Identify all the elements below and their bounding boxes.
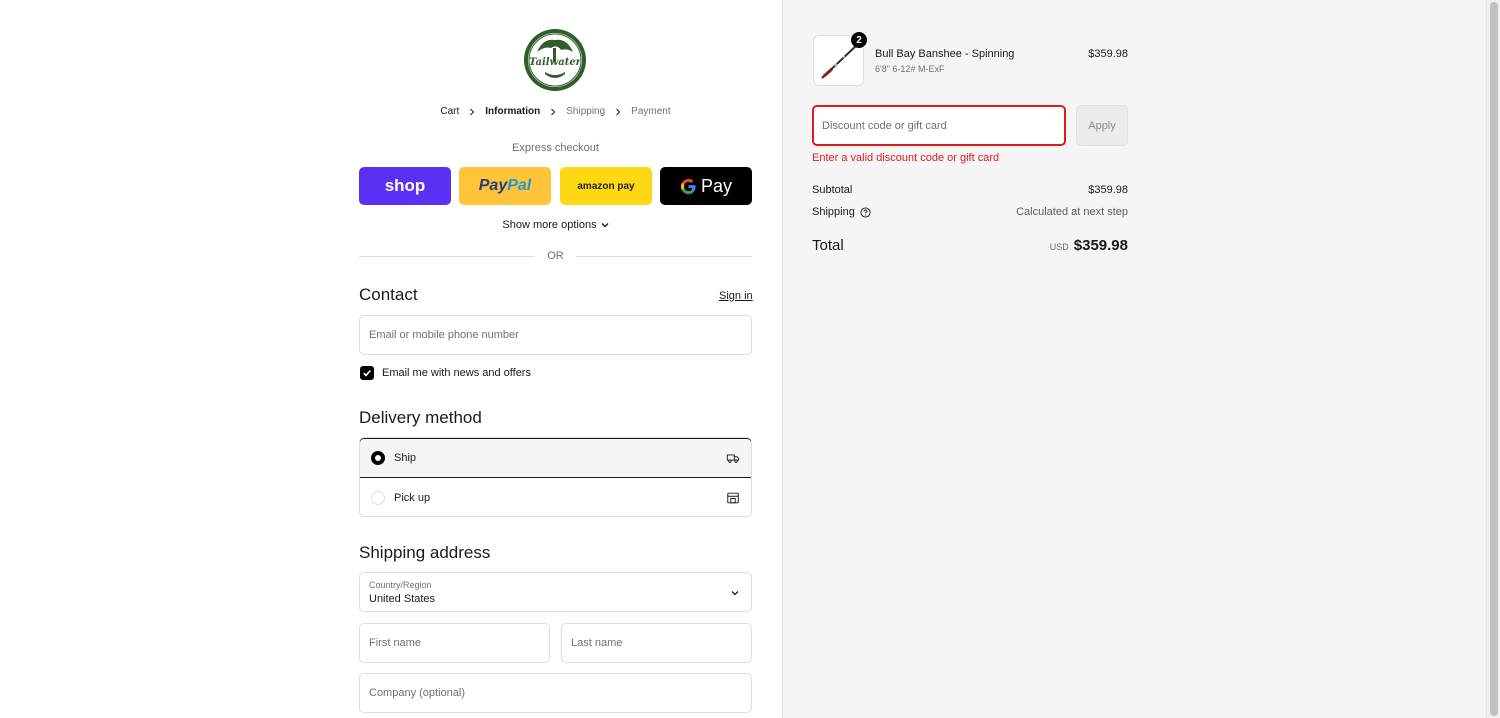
- divider-line: [575, 255, 752, 257]
- sign-in-link[interactable]: Sign in: [719, 290, 753, 302]
- pickup-radio[interactable]: [371, 490, 385, 505]
- subtotal-label: Subtotal: [812, 184, 853, 196]
- google-g-icon: [680, 178, 696, 194]
- product-name: Bull Bay Banshee - Spinning: [875, 48, 1015, 60]
- breadcrumb-payment: Payment: [631, 106, 671, 117]
- paypal-button[interactable]: PayPal: [459, 167, 551, 205]
- google-pay-label: Pay: [700, 175, 733, 196]
- express-checkout-label: Express checkout: [512, 142, 599, 154]
- checkmark-icon: [363, 370, 371, 377]
- product-price: $359.98: [1088, 48, 1128, 60]
- contact-heading: Contact: [359, 285, 418, 304]
- country-value: United States: [369, 593, 436, 605]
- amazon-pay-logo: amazon pay: [577, 180, 635, 192]
- delivery-options: Ship Pick up: [359, 437, 752, 517]
- ship-radio[interactable]: [371, 451, 385, 465]
- subtotal-value: $359.98: [1088, 184, 1128, 196]
- company-field[interactable]: Company (optional): [359, 673, 752, 713]
- breadcrumb-information: Information: [485, 106, 541, 117]
- newsletter-checkbox[interactable]: [360, 366, 374, 380]
- google-pay-button[interactable]: Pay: [660, 167, 752, 205]
- breadcrumb: Cart Information Shipping Payment: [359, 106, 752, 117]
- total-label: Total: [812, 237, 844, 254]
- newsletter-checkbox-row[interactable]: Email me with news and offers: [360, 366, 531, 380]
- or-divider: OR: [359, 249, 752, 263]
- divider-line: [359, 255, 536, 257]
- amazon-pay-button[interactable]: amazon pay: [560, 167, 652, 205]
- scrollbar-thumb[interactable]: [1490, 2, 1498, 716]
- logo-icon: Tailwater: [524, 29, 586, 91]
- newsletter-label: Email me with news and offers: [382, 367, 531, 379]
- shop-pay-logo: shop: [384, 176, 426, 195]
- delivery-option-pickup[interactable]: Pick up: [360, 478, 751, 516]
- help-circle-icon[interactable]: [860, 206, 871, 218]
- first-name-field[interactable]: First name: [359, 623, 550, 663]
- discount-error-message: Enter a valid discount code or gift card: [812, 152, 1000, 164]
- delivery-option-ship[interactable]: Ship: [360, 438, 751, 478]
- last-name-field[interactable]: Last name: [561, 623, 752, 663]
- svg-text:Tailwater: Tailwater: [529, 57, 582, 68]
- country-label: Country/Region: [369, 580, 432, 590]
- breadcrumb-shipping: Shipping: [566, 106, 606, 117]
- chevron-right-icon: [461, 108, 483, 116]
- paypal-logo: PayPal: [478, 177, 532, 194]
- delivery-method-heading: Delivery method: [359, 408, 482, 427]
- total-value-row: USD $359.98: [960, 237, 1128, 255]
- shipping-value: Calculated at next step: [1016, 206, 1128, 218]
- scrollbar[interactable]: [1486, 0, 1500, 718]
- shipping-label-row: Shipping: [812, 206, 871, 218]
- chevron-down-icon: [731, 591, 739, 596]
- show-more-options-button[interactable]: Show more options: [359, 219, 752, 231]
- shop-pay-button[interactable]: shop: [359, 167, 451, 205]
- store-logo[interactable]: Tailwater: [523, 28, 587, 92]
- chevron-right-icon: [542, 108, 564, 116]
- shipping-address-heading: Shipping address: [359, 543, 491, 562]
- chevron-down-icon: [601, 223, 609, 228]
- discount-code-field[interactable]: Discount code or gift card: [812, 105, 1066, 146]
- apply-discount-button[interactable]: Apply: [1076, 105, 1128, 146]
- chevron-right-icon: [607, 108, 629, 116]
- or-label: OR: [547, 250, 564, 262]
- pickup-label: Pick up: [394, 491, 431, 504]
- country-select[interactable]: Country/Region United States: [359, 572, 752, 612]
- store-icon: [727, 492, 739, 503]
- email-field[interactable]: Email or mobile phone number: [359, 315, 752, 355]
- breadcrumb-cart[interactable]: Cart: [438, 106, 461, 117]
- total-currency: USD: [1049, 242, 1069, 252]
- total-value: $359.98: [1073, 237, 1128, 254]
- product-variant: 6'8" 6-12# M-ExF: [875, 64, 945, 74]
- truck-icon: [726, 454, 740, 463]
- show-more-options-label: Show more options: [502, 219, 597, 231]
- quantity-badge: 2: [851, 32, 867, 48]
- ship-label: Ship: [394, 452, 417, 464]
- shipping-label: Shipping: [812, 206, 855, 218]
